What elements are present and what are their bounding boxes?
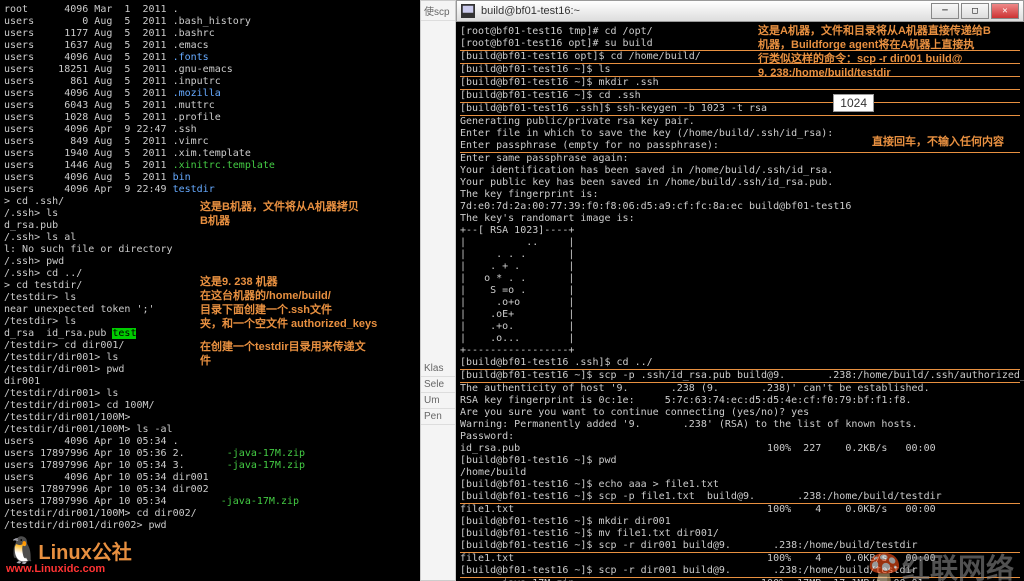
terminal-line: users 17897996 Apr 10 05:36 2. -java-17M… — [4, 448, 416, 460]
bg-label: Pen — [421, 409, 455, 425]
terminal-line: users 4096 Apr 10 05:34 dir001 — [4, 472, 416, 484]
terminal-line: users 18251 Aug 5 2011 .gnu-emacs — [4, 64, 416, 76]
terminal-line: 7d:e0:7d:2a:00:77:39:f0:f8:06:d5:a9:cf:f… — [460, 201, 1020, 213]
terminal-line: users 0 Aug 5 2011 .bash_history — [4, 16, 416, 28]
terminal-line: Your identification has been saved in /h… — [460, 165, 1020, 177]
terminal-right-window: build@bf01-test16:~ ─ □ ✕ [root@bf01-tes… — [456, 0, 1024, 581]
terminal-line: | S =o . | — [460, 285, 1020, 297]
terminal-line: users 4096 Aug 5 2011 .fonts — [4, 52, 416, 64]
terminal-line: The key's randomart image is: — [460, 213, 1020, 225]
terminal-line: [build@bf01-test16 ~]$ cd .ssh — [460, 90, 1020, 103]
annotation-ssh-setup: 这是9. 238 机器 在这台机器的/home/build/ 目录下面创建一个.… — [200, 275, 377, 331]
terminal-line: Warning: Permanently added '9. .238' (RS… — [460, 419, 1020, 431]
terminal-line: l: No such file or directory — [4, 244, 416, 256]
terminal-line: users 849 Aug 5 2011 .vimrc — [4, 136, 416, 148]
cmd-mv: [build@bf01-test16 ~]$ mv file1.txt dir0… — [460, 528, 1020, 540]
terminal-right[interactable]: [root@bf01-test16 tmp]# cd /opt/[root@bf… — [456, 22, 1024, 581]
terminal-line: users 4096 Apr 9 22:49 testdir — [4, 184, 416, 196]
terminal-line: [build@bf01-test16 ~]$ echo aaa > file1.… — [460, 479, 1020, 491]
transfer-line: file1.txt 100% 4 0.0KB/s 00:00 — [460, 504, 1020, 516]
terminal-left[interactable]: root 4096 Mar 1 2011 .users 0 Aug 5 2011… — [0, 0, 420, 581]
annotation-b-machine: 这是B机器，文件将从A机器拷贝 B机器 — [200, 200, 359, 228]
terminal-line: users 1028 Aug 5 2011 .profile — [4, 112, 416, 124]
terminal-line: /.ssh> ls al — [4, 232, 416, 244]
cmd-cd-back: [build@bf01-test16 .ssh]$ cd ../ — [460, 357, 1020, 370]
terminal-line: | . . . | — [460, 249, 1020, 261]
terminal-line: users 4096 Apr 10 05:34 . — [4, 436, 416, 448]
cmd-scp-file: [build@bf01-test16 ~]$ scp -p file1.txt … — [460, 491, 1020, 504]
terminal-line: | .o+o | — [460, 297, 1020, 309]
terminal-line: The authenticity of host '9. .238 (9. .2… — [460, 383, 1020, 395]
minimize-button[interactable]: ─ — [931, 3, 959, 19]
highlight: test — [112, 328, 136, 339]
bg-label: 使scp — [421, 1, 455, 21]
terminal-line: users 1637 Aug 5 2011 .emacs — [4, 40, 416, 52]
terminal-line: /testdir/dir001/dir002> pwd — [4, 520, 416, 532]
terminal-line: users 6043 Aug 5 2011 .muttrc — [4, 100, 416, 112]
terminal-line: /testdir/dir001/100M> ls -al — [4, 424, 416, 436]
close-button[interactable]: ✕ — [991, 3, 1019, 19]
terminal-line: | .o... | — [460, 333, 1020, 345]
terminal-line: users 17897996 Apr 10 05:34 -java-17M.zi… — [4, 496, 416, 508]
keysize-input-overlay[interactable]: 1024 — [833, 94, 874, 112]
terminal-line: Your public key has been saved in /home/… — [460, 177, 1020, 189]
terminal-line: id_rsa.pub 100% 227 0.2KB/s 00:00 — [460, 443, 1020, 455]
terminal-line: [build@bf01-test16 .ssh]$ ssh-keygen -b … — [460, 103, 1020, 116]
file-list: d_rsa id_rsa.pub — [4, 328, 106, 339]
terminal-line: Password: — [460, 431, 1020, 443]
terminal-line: The key fingerprint is: — [460, 189, 1020, 201]
terminal-line: users 4096 Apr 9 22:47 .ssh — [4, 124, 416, 136]
terminal-line: | .+o. | — [460, 321, 1020, 333]
terminal-line: | . + . | — [460, 261, 1020, 273]
putty-icon — [461, 4, 475, 18]
terminal-line: users 4096 Aug 5 2011 .mozilla — [4, 88, 416, 100]
terminal-line: users 1446 Aug 5 2011 .xinitrc.template — [4, 160, 416, 172]
maximize-button[interactable]: □ — [961, 3, 989, 19]
annotation-testdir: 在创建一个testdir目录用来传递文 件 — [200, 340, 366, 368]
cmd-mkdir: [build@bf01-test16 ~]$ mkdir dir001 — [460, 516, 1020, 528]
terminal-line: | .oE+ | — [460, 309, 1020, 321]
terminal-line: users 1940 Aug 5 2011 .xim.template — [4, 148, 416, 160]
terminal-line: RSA key fingerprint is 0c:1e: 5:7c:63:74… — [460, 395, 1020, 407]
terminal-line: | o * . . | — [460, 273, 1020, 285]
logo-watermark: 🍄红联网络 — [867, 563, 1014, 575]
terminal-line: Are you sure you want to continue connec… — [460, 407, 1020, 419]
terminal-line: users 17897996 Apr 10 05:34 dir002 — [4, 484, 416, 496]
bg-label: Klas — [421, 361, 455, 377]
logo-linux: 🐧Linux公社 www.Linuxidc.com — [6, 544, 132, 575]
terminal-line: users 4096 Aug 5 2011 bin — [4, 172, 416, 184]
terminal-line: users 861 Aug 5 2011 .inputrc — [4, 76, 416, 88]
titlebar[interactable]: build@bf01-test16:~ ─ □ ✕ — [456, 0, 1024, 22]
cmd-scp-pubkey: [build@bf01-test16 ~]$ scp -p .ssh/id_rs… — [460, 370, 1020, 383]
terminal-line: /.ssh> pwd — [4, 256, 416, 268]
terminal-line: | .. | — [460, 237, 1020, 249]
annotation-enter: 直接回车，不输入任何内容 — [872, 135, 1004, 149]
terminal-line: /testdir/dir001/100M> cd dir002/ — [4, 508, 416, 520]
terminal-line: +-----------------+ — [460, 345, 1020, 357]
terminal-line: /testdir/dir001> ls — [4, 388, 416, 400]
terminal-line: +--[ RSA 1023]----+ — [460, 225, 1020, 237]
terminal-line: root 4096 Mar 1 2011 . — [4, 4, 416, 16]
terminal-line: users 17897996 Apr 10 05:34 3. -java-17M… — [4, 460, 416, 472]
terminal-line: Enter same passphrase again: — [460, 153, 1020, 165]
terminal-line: Generating public/private rsa key pair. — [460, 116, 1020, 128]
terminal-line: /testdir/dir001> cd 100M/ — [4, 400, 416, 412]
annotation-a-machine: 这是A机器，文件和目录将从A机器直接传递给B 机器，Buildforge age… — [758, 24, 1018, 80]
terminal-line: [build@bf01-test16 ~]$ pwd — [460, 455, 1020, 467]
terminal-line: dir001 — [4, 376, 416, 388]
terminal-line: /testdir/dir001/100M> — [4, 412, 416, 424]
bg-label: Um — [421, 393, 455, 409]
window-title: build@bf01-test16:~ — [481, 5, 929, 17]
background-panel: 使scp Klas Sele Um Pen — [420, 0, 456, 581]
logo-url: www.Linuxidc.com — [6, 563, 132, 575]
bg-label: Sele — [421, 377, 455, 393]
terminal-line: users 1177 Aug 5 2011 .bashrc — [4, 28, 416, 40]
terminal-line: /home/build — [460, 467, 1020, 479]
cmd-scp-r1: [build@bf01-test16 ~]$ scp -r dir001 bui… — [460, 540, 1020, 553]
